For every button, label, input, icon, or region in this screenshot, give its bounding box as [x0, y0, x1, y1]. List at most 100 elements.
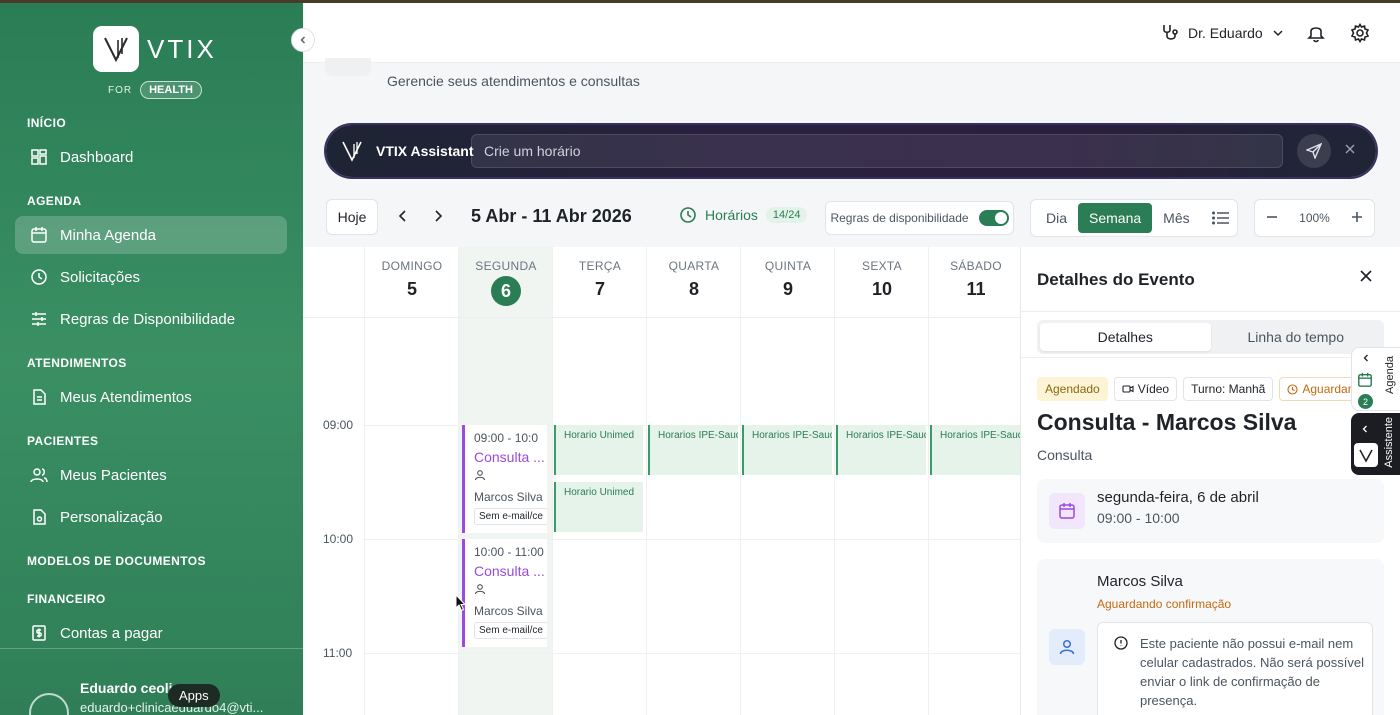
contact-warning: Este paciente não possui e-mail nem celu…: [1097, 622, 1373, 715]
user-icon: [474, 470, 486, 481]
hour-label: 10:00: [323, 532, 354, 546]
nav-meus-pacientes-label: Meus Pacientes: [60, 466, 167, 484]
event-patient: Marcos Silva: [474, 604, 543, 618]
notifications-button[interactable]: [1306, 23, 1326, 48]
day-name: SEGUNDA: [475, 259, 537, 273]
day-number: 11: [966, 279, 986, 299]
dollar-file-icon: [32, 625, 46, 641]
send-icon: [1306, 143, 1322, 159]
section-financeiro: FINANCEIRO: [27, 592, 106, 606]
event-patient: Marcos Silva: [474, 490, 543, 504]
event-date-card: segunda-feira, 6 de abril 09:00 - 10:00: [1037, 479, 1384, 543]
zoom-in-button[interactable]: [1350, 210, 1364, 227]
calendar-icon: [1059, 503, 1075, 519]
event-time-range: 09:00 - 10:00: [1097, 510, 1180, 526]
tab-details[interactable]: Detalhes: [1040, 323, 1211, 351]
panel-title: Detalhes do Evento: [1037, 270, 1195, 289]
panel-divider: [1021, 357, 1400, 358]
nav-contas[interactable]: Contas a pagar: [15, 614, 287, 652]
availability-slot[interactable]: Horarios IPE-Saud: [930, 425, 1020, 475]
agenda-side-tab[interactable]: 2 Agenda: [1351, 347, 1400, 411]
clock-icon: [31, 269, 47, 285]
vtix-logo[interactable]: VTIX: [93, 26, 217, 72]
vtix-assistant-bar: VTIX Assistant Crie um horário: [326, 125, 1376, 177]
nav-solicitacoes-label: Solicitações: [60, 268, 141, 286]
horarios-count-badge: 14/24: [765, 207, 808, 223]
event-chips: Agendado Vídeo Turno: Manhã Aguardan: [1037, 377, 1368, 401]
clock-icon: [680, 207, 696, 223]
appointment-event[interactable]: 09:00 - 10:0 Consulta ... Marcos Silva S…: [462, 425, 547, 533]
plus-icon: [1351, 211, 1362, 222]
assistant-send-button[interactable]: [1297, 134, 1331, 168]
doctor-menu[interactable]: Dr. Eduardo: [1160, 23, 1295, 43]
event-title: Consulta ...: [474, 449, 545, 465]
logo-text: VTIX: [147, 33, 217, 64]
section-inicio: INÍCIO: [27, 116, 67, 130]
event-title: Consulta ...: [474, 563, 545, 579]
patient-icon-box: [1049, 629, 1085, 665]
chevron-right-icon: [435, 210, 443, 222]
view-list-button[interactable]: [1201, 203, 1241, 233]
user-avatar[interactable]: [29, 693, 69, 715]
event-tag: Sem e-mail/ce: [474, 508, 547, 525]
event-date: segunda-feira, 6 de abril: [1097, 489, 1259, 506]
availability-rules-toggle[interactable]: Regras de disponibilidade: [825, 201, 1014, 235]
nav-regras[interactable]: Regras de Disponibilidade: [15, 300, 287, 338]
info-circle-icon: [1114, 636, 1128, 650]
hour-label: 09:00: [323, 418, 354, 432]
nav-meus-pacientes[interactable]: Meus Pacientes: [15, 456, 287, 494]
availability-toggle-switch[interactable]: [978, 210, 1009, 226]
availability-slot[interactable]: Horarios IPE-Saud: [742, 425, 832, 475]
view-month-button[interactable]: Mês: [1152, 203, 1200, 233]
video-icon: [1122, 385, 1134, 393]
day-name: QUARTA: [668, 259, 720, 273]
settings-button[interactable]: [1350, 22, 1370, 48]
view-day-button[interactable]: Dia: [1035, 203, 1078, 233]
availability-slot[interactable]: Horarios IPE-Saud: [648, 425, 738, 475]
users-icon: [30, 468, 48, 483]
day-number-today: 6: [491, 276, 521, 306]
vtix-logo-icon: [1354, 443, 1378, 467]
nav-dashboard[interactable]: Dashboard: [15, 138, 287, 176]
nav-minha-agenda[interactable]: Minha Agenda: [15, 216, 287, 254]
availability-slot[interactable]: Horario Unimed: [554, 425, 643, 475]
panel-close-button[interactable]: [1359, 269, 1373, 288]
chevron-left-icon: [1363, 354, 1368, 362]
zoom-out-button[interactable]: [1265, 210, 1279, 227]
horarios-button[interactable]: Horários 14/24: [679, 206, 808, 224]
nav-meus-atendimentos[interactable]: Meus Atendimentos: [15, 378, 287, 416]
next-week-button[interactable]: [430, 208, 446, 229]
assistant-side-tab[interactable]: Assistente: [1351, 413, 1400, 475]
assistant-input[interactable]: Crie um horário: [471, 134, 1283, 168]
patient-name[interactable]: Marcos Silva: [1097, 573, 1183, 590]
nav-personalizacao[interactable]: Personalização: [15, 498, 287, 536]
assistant-close-button[interactable]: [1344, 142, 1356, 160]
availability-slot[interactable]: Horarios IPE-Saud: [836, 425, 926, 475]
nav-minha-agenda-label: Minha Agenda: [60, 226, 156, 244]
dashboard-icon: [31, 149, 47, 165]
nav-solicitacoes[interactable]: Solicitações: [15, 258, 287, 296]
calendar-icon: [1358, 372, 1372, 387]
section-modelos: MODELOS DE DOCUMENTOS: [27, 554, 206, 568]
appointment-event[interactable]: 10:00 - 11:00 Consulta ... Marcos Silva …: [462, 539, 547, 647]
waiting-chip: Aguardan: [1279, 377, 1363, 401]
section-pacientes: PACIENTES: [27, 434, 99, 448]
stethoscope-icon: [1163, 25, 1178, 40]
prev-week-button[interactable]: [395, 208, 411, 229]
day-name: QUINTA: [764, 259, 812, 273]
user-icon: [474, 584, 486, 595]
user-name: Eduardo ceoli: [80, 680, 173, 696]
list-icon: [1211, 211, 1229, 225]
date-range: 5 Abr - 11 Abr 2026: [471, 206, 632, 226]
availability-slot[interactable]: Horario Unimed: [554, 482, 643, 532]
shift-chip: Turno: Manhã: [1183, 377, 1274, 401]
view-week-button[interactable]: Semana: [1078, 203, 1153, 233]
zoom-level: 100%: [1299, 211, 1330, 225]
today-button[interactable]: Hoje: [326, 199, 378, 235]
top-bar: Dr. Eduardo: [303, 3, 1400, 63]
chevron-down-icon: [1273, 30, 1283, 37]
availability-rules-label: Regras de disponibilidade: [830, 211, 969, 225]
panel-divider: [1021, 311, 1400, 312]
sidebar-collapse-button[interactable]: [291, 28, 315, 52]
window-top-border: [0, 0, 1400, 3]
